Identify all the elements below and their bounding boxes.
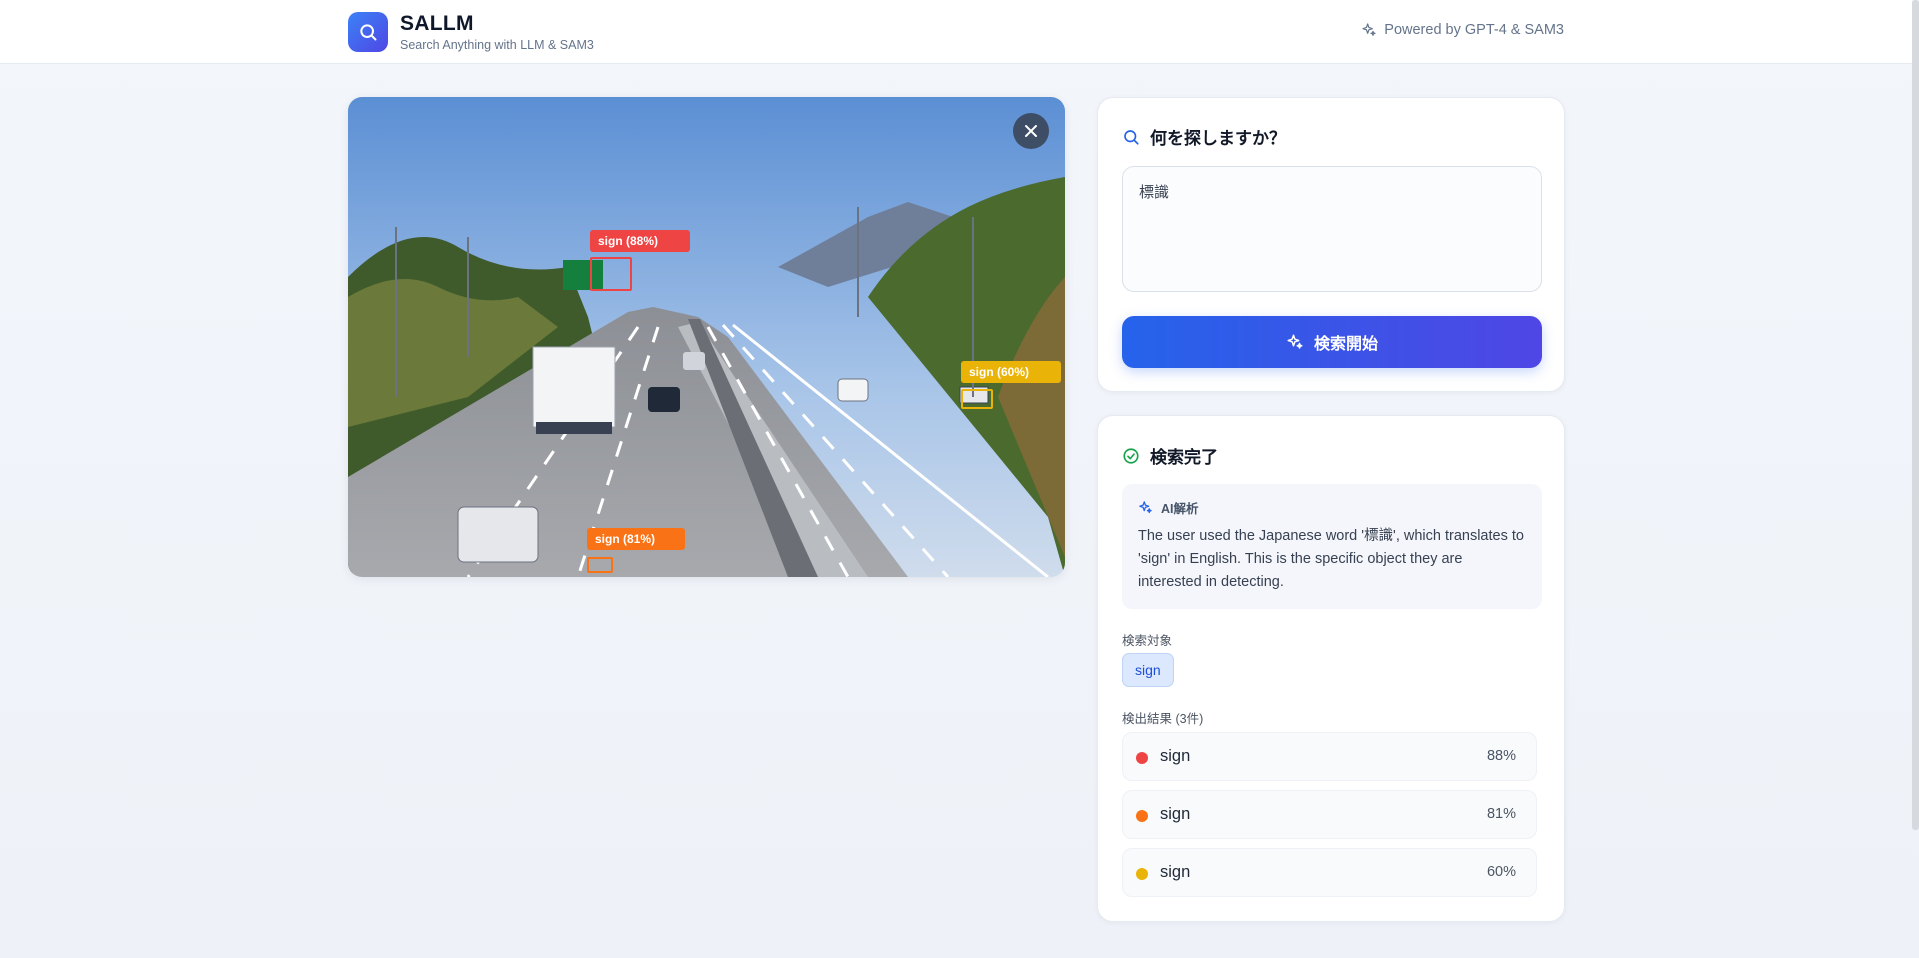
sparkles-icon bbox=[1362, 23, 1376, 36]
results-label: 検出結果 (3件) bbox=[1122, 712, 1204, 726]
highway-photo bbox=[348, 97, 1065, 577]
ai-analysis-box: AI解析 The user used the Japanese word '標識… bbox=[1122, 484, 1542, 609]
app-subtitle: Search Anything with LLM & SAM3 bbox=[400, 38, 594, 52]
result-color-dot bbox=[1136, 810, 1148, 822]
result-card: 検索完了 AI解析 The user used the Japanese wor… bbox=[1097, 415, 1565, 922]
detection-label-2: sign (81%) bbox=[587, 528, 685, 550]
search-logo-icon[interactable] bbox=[348, 12, 388, 52]
ai-analysis-heading-text: AI解析 bbox=[1161, 502, 1199, 516]
app-header: SALLM Search Anything with LLM & SAM3 Po… bbox=[0, 0, 1912, 64]
result-confidence: 88% bbox=[1486, 748, 1516, 764]
result-name: sign bbox=[1160, 805, 1191, 823]
result-name: sign bbox=[1160, 863, 1191, 881]
ai-analysis-heading: AI解析 bbox=[1138, 498, 1526, 517]
result-color-dot bbox=[1136, 752, 1148, 764]
check-circle-icon bbox=[1123, 447, 1139, 464]
result-card-title-text: 検索完了 bbox=[1150, 448, 1218, 467]
result-item[interactable]: sign 88% bbox=[1122, 732, 1537, 781]
image-preview: sign (88%) sign (81%) sign (60%) bbox=[348, 97, 1065, 577]
result-color-dot bbox=[1136, 868, 1148, 880]
result-item[interactable]: sign 60% bbox=[1122, 848, 1537, 897]
detection-box-1 bbox=[590, 257, 632, 291]
close-icon bbox=[1025, 125, 1037, 137]
page-scrollbar[interactable] bbox=[1912, 0, 1919, 830]
search-card-title-text: 何を探しますか？ bbox=[1150, 129, 1286, 148]
sparkles-icon bbox=[1287, 334, 1303, 349]
close-image-button[interactable] bbox=[1013, 113, 1049, 149]
ai-analysis-text: The user used the Japanese word '標識', wh… bbox=[1138, 528, 1524, 590]
start-search-button-label: 検索開始 bbox=[1313, 336, 1378, 353]
start-search-button[interactable]: 検索開始 bbox=[1122, 316, 1542, 368]
result-confidence: 81% bbox=[1486, 806, 1516, 822]
detection-box-3 bbox=[961, 389, 993, 409]
powered-by: Powered by GPT-4 & SAM3 bbox=[1361, 22, 1564, 38]
detection-label-1: sign (88%) bbox=[590, 230, 690, 252]
search-target-chip[interactable]: sign bbox=[1122, 653, 1174, 687]
search-target-label: 検索対象 bbox=[1122, 634, 1173, 648]
result-confidence: 60% bbox=[1486, 864, 1516, 880]
result-name: sign bbox=[1160, 747, 1191, 765]
app-title: SALLM bbox=[400, 12, 474, 35]
result-item[interactable]: sign 81% bbox=[1122, 790, 1537, 839]
search-card-title: 何を探しますか？ bbox=[1122, 124, 1286, 149]
result-card-title: 検索完了 bbox=[1122, 443, 1218, 468]
query-input[interactable]: 標識 bbox=[1122, 166, 1542, 292]
search-icon bbox=[1124, 129, 1139, 145]
detection-label-3: sign (60%) bbox=[961, 361, 1061, 383]
detection-box-2 bbox=[587, 557, 613, 573]
sparkles-icon bbox=[1139, 501, 1152, 514]
powered-by-text: Powered by GPT-4 & SAM3 bbox=[1384, 22, 1564, 38]
search-card: 何を探しますか？ 標識 検索開始 bbox=[1097, 97, 1565, 392]
